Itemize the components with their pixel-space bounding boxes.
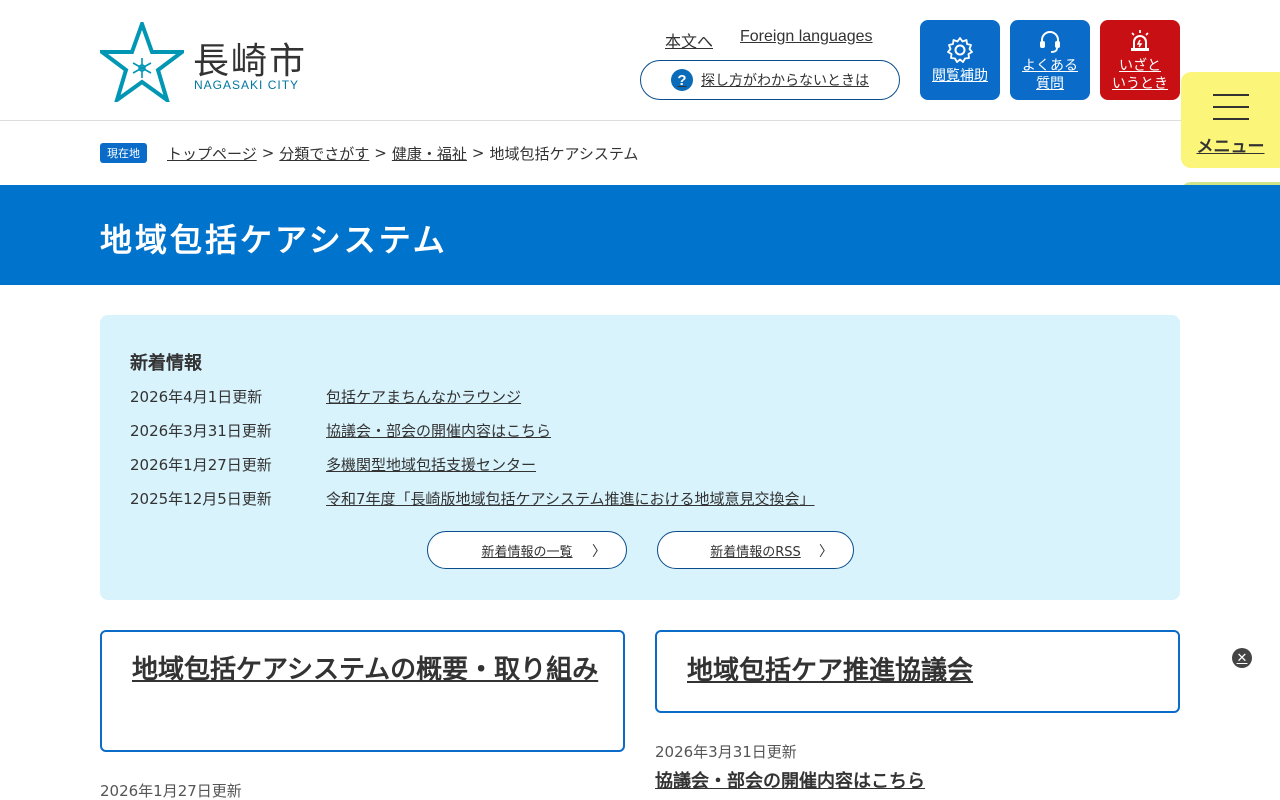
breadcrumb-link-health[interactable]: 健康・福祉 xyxy=(392,143,467,164)
site-logo[interactable]: 長崎市 NAGASAKI CITY xyxy=(100,20,330,102)
logo-english-text: NAGASAKI CITY xyxy=(194,78,300,92)
news-heading: 新着情報 xyxy=(130,353,202,374)
faq-label-line2: 質問 xyxy=(1036,75,1064,92)
breadcrumb-current: 地域包括ケアシステム xyxy=(489,144,639,163)
skip-to-content-link[interactable]: 本文へ xyxy=(665,28,713,52)
card-sub-link[interactable]: 協議会・部会の開催内容はこちら xyxy=(655,767,925,793)
logo-japanese-text: 長崎市 xyxy=(193,41,308,82)
menu-button[interactable]: メニュー xyxy=(1181,72,1280,168)
breadcrumb-link-category[interactable]: 分類でさがす xyxy=(279,143,369,164)
search-help-button[interactable]: ? 探し方がわからないときは xyxy=(640,60,900,100)
news-link[interactable]: 協議会・部会の開催内容はこちら xyxy=(326,422,551,440)
news-link[interactable]: 令和7年度「長崎版地域包括ケアシステム推進における地域意見交換会」 xyxy=(326,490,815,508)
news-date: 2026年3月31日更新 xyxy=(130,422,272,440)
headset-icon xyxy=(1040,30,1060,53)
emergency-label-line2: いうとき xyxy=(1112,75,1168,92)
breadcrumb-separator: > xyxy=(261,144,275,162)
current-location-badge: 現在地 xyxy=(100,143,147,163)
news-link[interactable]: 包括ケアまちんなかラウンジ xyxy=(326,388,521,406)
news-link[interactable]: 多機関型地域包括支援センター xyxy=(326,456,536,474)
breadcrumb-separator: > xyxy=(374,144,387,162)
faq-label-line1: よくある xyxy=(1022,57,1078,74)
breadcrumb-link-top[interactable]: トップページ xyxy=(167,143,257,164)
category-card-link[interactable]: 地域包括ケア推進協議会 xyxy=(687,651,973,691)
news-rss-label: 新着情報のRSS xyxy=(710,544,801,560)
page-title-band: 地域包括ケアシステム xyxy=(0,185,1280,285)
category-card-link[interactable]: 地域包括ケアシステムの概要・取り組み xyxy=(132,650,602,690)
accessibility-label: 閲覧補助 xyxy=(932,67,988,84)
news-date: 2026年1月27日更新 xyxy=(130,456,272,474)
category-card-overview: 地域包括ケアシステムの概要・取り組み xyxy=(100,630,625,752)
card-update-date: 2026年3月31日更新 xyxy=(655,743,797,761)
breadcrumb-separator: > xyxy=(471,144,485,162)
news-rss-button[interactable]: 新着情報のRSS 〉 xyxy=(657,531,854,569)
foreign-languages-link[interactable]: Foreign languages xyxy=(740,28,873,46)
chevron-right-icon: 〉 xyxy=(592,544,606,560)
nagasaki-star-logo-icon xyxy=(100,22,184,102)
search-help-label: 探し方がわからないときは xyxy=(701,73,869,89)
page-title: 地域包括ケアシステム xyxy=(100,221,448,259)
accessibility-button[interactable]: 閲覧補助 xyxy=(920,20,1000,100)
news-list-label: 新着情報の一覧 xyxy=(481,544,573,560)
siren-icon xyxy=(1131,29,1149,51)
gear-icon xyxy=(947,36,973,63)
news-item: 2026年3月31日更新 協議会・部会の開催内容はこちら xyxy=(130,420,551,441)
hamburger-icon xyxy=(1212,84,1249,130)
question-icon: ? xyxy=(671,69,693,91)
card-update-date: 2026年1月27日更新 xyxy=(100,782,242,800)
news-date: 2025年12月5日更新 xyxy=(130,490,272,508)
news-panel: 新着情報 2026年4月1日更新 包括ケアまちんなかラウンジ 2026年3月31日… xyxy=(100,315,1180,600)
news-item: 2025年12月5日更新 令和7年度「長崎版地域包括ケアシステム推進における地域意… xyxy=(130,488,815,509)
site-header: 長崎市 NAGASAKI CITY 本文へ Foreign languages … xyxy=(0,0,1280,121)
breadcrumb: 現在地 トップページ > 分類でさがす > 健康・福祉 > 地域包括ケアシステム xyxy=(100,142,638,164)
close-icon[interactable]: ✕ xyxy=(1232,648,1252,668)
faq-button[interactable]: よくある 質問 xyxy=(1010,20,1090,100)
news-list-button[interactable]: 新着情報の一覧 〉 xyxy=(427,531,627,569)
menu-label: メニュー xyxy=(1196,136,1265,157)
category-card-council: 地域包括ケア推進協議会 xyxy=(655,630,1180,713)
news-item: 2026年1月27日更新 多機関型地域包括支援センター xyxy=(130,454,536,475)
news-item: 2026年4月1日更新 包括ケアまちんなかラウンジ xyxy=(130,386,521,407)
chevron-right-icon: 〉 xyxy=(819,544,833,560)
emergency-label-line1: いざと xyxy=(1119,57,1161,74)
news-date: 2026年4月1日更新 xyxy=(130,388,263,406)
emergency-button[interactable]: いざと いうとき xyxy=(1100,20,1180,100)
